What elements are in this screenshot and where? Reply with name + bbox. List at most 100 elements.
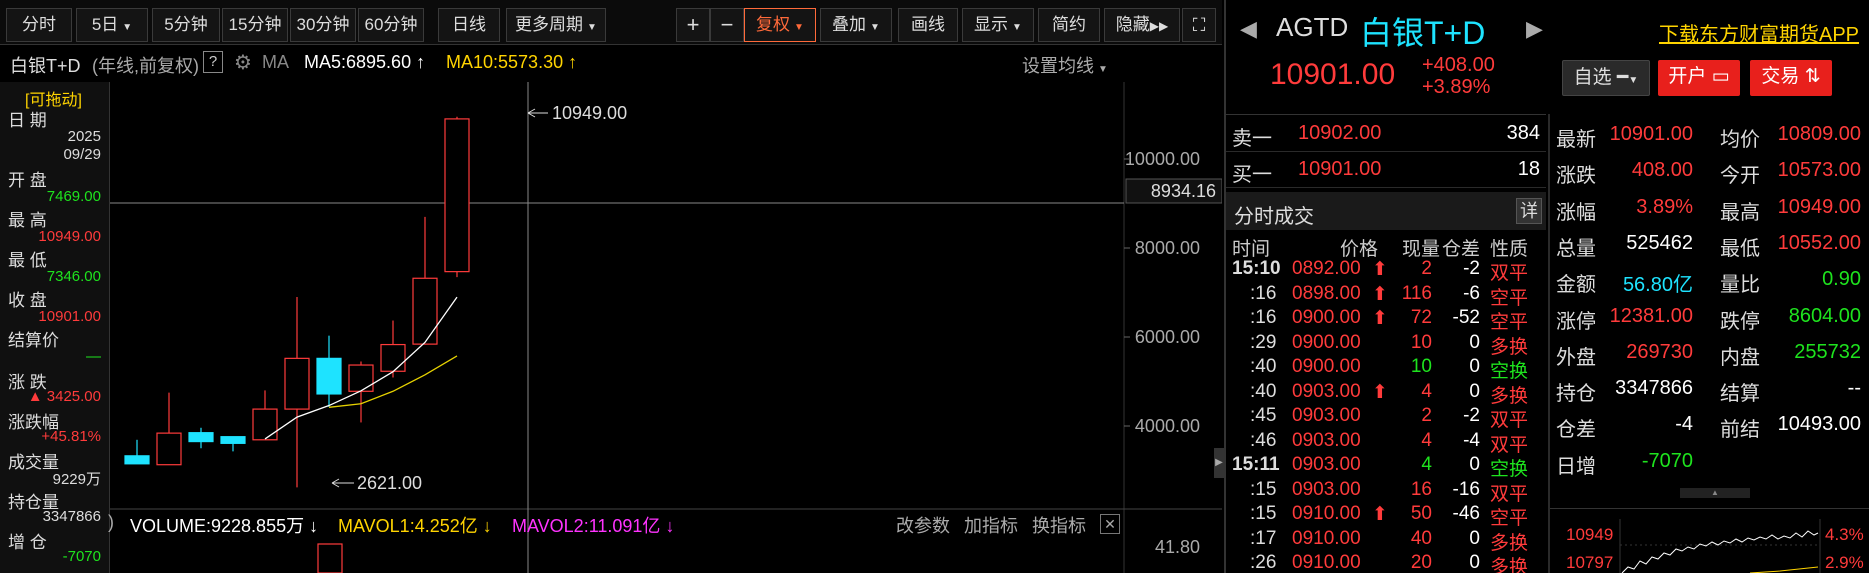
ma5-value: MA5:6895.60 ↑ [304,52,425,73]
tick-row: :16 0898.00 ⬆ 116 -6 空平 [1232,283,1542,309]
paren-glyph: ) [108,512,114,532]
trade-button[interactable]: 交易 ⇅ [1750,60,1832,96]
prev-instrument-button[interactable]: ◀ [1240,16,1257,42]
oi-change-value: -7070 [62,548,101,565]
close-value: 10901.00 [38,308,101,325]
quote-value: 408.00 [1631,159,1693,182]
close-icon[interactable]: ✕ [1100,514,1120,534]
quote-value: 10552.00 [1777,231,1861,254]
ma-settings-label: 设置均线 [1022,56,1094,76]
quote-label: 涨幅 [1556,201,1596,224]
price-change: +408.00 [1422,54,1495,76]
date-label: 日 期 [8,111,47,130]
orderbook-label: 买一 [1232,164,1272,186]
tick-row: :46 0903.00 4 -4 双平 [1232,429,1542,456]
open-label: 开 盘 [8,171,47,190]
tick-diff: 0 [1469,527,1480,549]
tick-row: :26 0910.00 20 0 多换 [1232,552,1542,573]
tick-diff: -4 [1463,429,1480,451]
quote-label: 持仓 [1556,383,1596,406]
modify-params-button[interactable]: 改参数 [896,512,950,538]
quote-label: 内盘 [1720,346,1760,369]
tick-price: 0903.00 [1292,478,1361,500]
tick-time: :15 [1250,478,1277,500]
arrow-down-icon: ↓ [482,516,492,536]
ma-settings-button[interactable]: 设置均线 ▼ [1022,52,1108,78]
open-account-button[interactable]: 开户 ▭ [1658,60,1740,96]
tick-volume: 4 [1421,429,1432,451]
tick-price: 0903.00 [1292,380,1361,402]
divider [1226,114,1546,115]
quote-label: 总量 [1556,237,1596,260]
col-time: 时间 [1232,239,1271,260]
watchlist-button[interactable]: 自选 ━▼ [1562,60,1650,96]
card-icon: ▭ [1711,66,1730,87]
tick-time: :15 [1250,503,1277,524]
triangle-up-icon: ▲ [1711,488,1719,497]
high-value: 10949.00 [552,103,627,123]
quote-value: 10949.00 [1777,195,1861,218]
last-price: 10901.00 [1270,58,1396,91]
oi-change-label: 增 仓 [8,533,47,552]
quote-value: 8604.00 [1788,304,1861,327]
mini-intraday-chart[interactable]: 10949 10797 4.3% 2.9% [1550,508,1869,573]
volume-value: 9229万 [52,471,101,488]
panel-collapse-handle[interactable]: ▶ [1214,448,1224,478]
kline-chart[interactable]: 8934.16 10000.00 8000.00 6000.00 4000.00… [0,0,1222,573]
candle-body [252,408,278,441]
chevron-right-icon: ▶ [1215,457,1223,468]
tick-time: :40 [1250,356,1277,377]
mavol1-text: MAVOL1:4.252亿 [338,516,478,536]
quote-row: 外盘 269730 内盘 255732 [1550,335,1865,371]
download-app-link[interactable]: 下载东方财富期货APP [1659,18,1859,47]
tick-type: 空换 [1490,361,1529,382]
next-instrument-button[interactable]: ▶ [1526,16,1543,42]
instrument-code: AGTD [1276,12,1349,42]
date-month-day: 09/29 [63,146,101,163]
tick-type: 空平 [1490,312,1529,333]
add-indicator-button[interactable]: 加指标 [964,512,1018,538]
mavol2-text: MAVOL2:11.091亿 [512,516,661,536]
tick-diff: 0 [1469,331,1480,353]
quote-row: 持仓 3347866 结算 -- [1550,371,1865,407]
tick-type: 多换 [1490,532,1529,554]
tick-price: 0900.00 [1292,331,1361,353]
tick-price: 0910.00 [1292,552,1361,573]
arrow-up-icon: ⬆ [1372,308,1388,329]
quote-value: 56.80亿 [1622,274,1693,297]
y-tick-label: 4000.00 [1135,416,1200,436]
arrow-up-icon: ↑ [416,52,426,72]
tick-row: 15:10 0892.00 ⬆ 2 -2 双平 [1232,258,1542,284]
tick-volume: 50 [1410,503,1432,524]
quote-collapse-handle[interactable]: ▲ [1680,488,1750,498]
tick-time: :40 [1250,380,1277,402]
quote-row: 总量 525462 最低 10552.00 [1550,226,1865,262]
volume-bar [317,543,343,573]
tick-diff: -52 [1452,307,1480,328]
help-button[interactable]: ? [203,51,223,73]
col-volume: 现量 [1402,239,1441,260]
watchlist-label: 自选 [1573,67,1612,88]
tick-time: 15:11 [1232,454,1280,475]
tick-volume: 40 [1410,527,1432,549]
switch-indicator-button[interactable]: 换指标 [1032,512,1086,538]
quote-value: -4 [1675,413,1693,436]
tick-row: :40 0903.00 ⬆ 4 0 多换 [1232,380,1542,407]
tick-row: :16 0900.00 ⬆ 72 -52 空平 [1232,307,1542,333]
tick-price: 0910.00 [1292,527,1361,549]
quote-row: 涨幅 3.89% 最高 10949.00 [1550,190,1865,226]
volume-y-tick: 41.80 [1155,537,1200,557]
mavol1-label: MAVOL1:4.252亿 ↓ [338,512,492,538]
arrow-up-icon: ⬆ [1372,381,1388,403]
candle-body [316,357,342,395]
pct-value: +45.81% [41,428,101,445]
quote-value: 0.90 [1822,268,1861,291]
tick-type: 双平 [1490,434,1529,456]
tick-time: :17 [1250,527,1277,549]
tick-diff: 0 [1469,356,1480,377]
gear-icon[interactable]: ⚙ [234,50,252,75]
ma-label: MA [262,52,289,72]
data-window[interactable]: [可拖动] 日 期 2025 09/29 开 盘 7469.00 最 高 109… [0,82,110,573]
ticks-detail-button[interactable]: 详 [1516,198,1542,224]
tick-time: :46 [1250,429,1277,451]
